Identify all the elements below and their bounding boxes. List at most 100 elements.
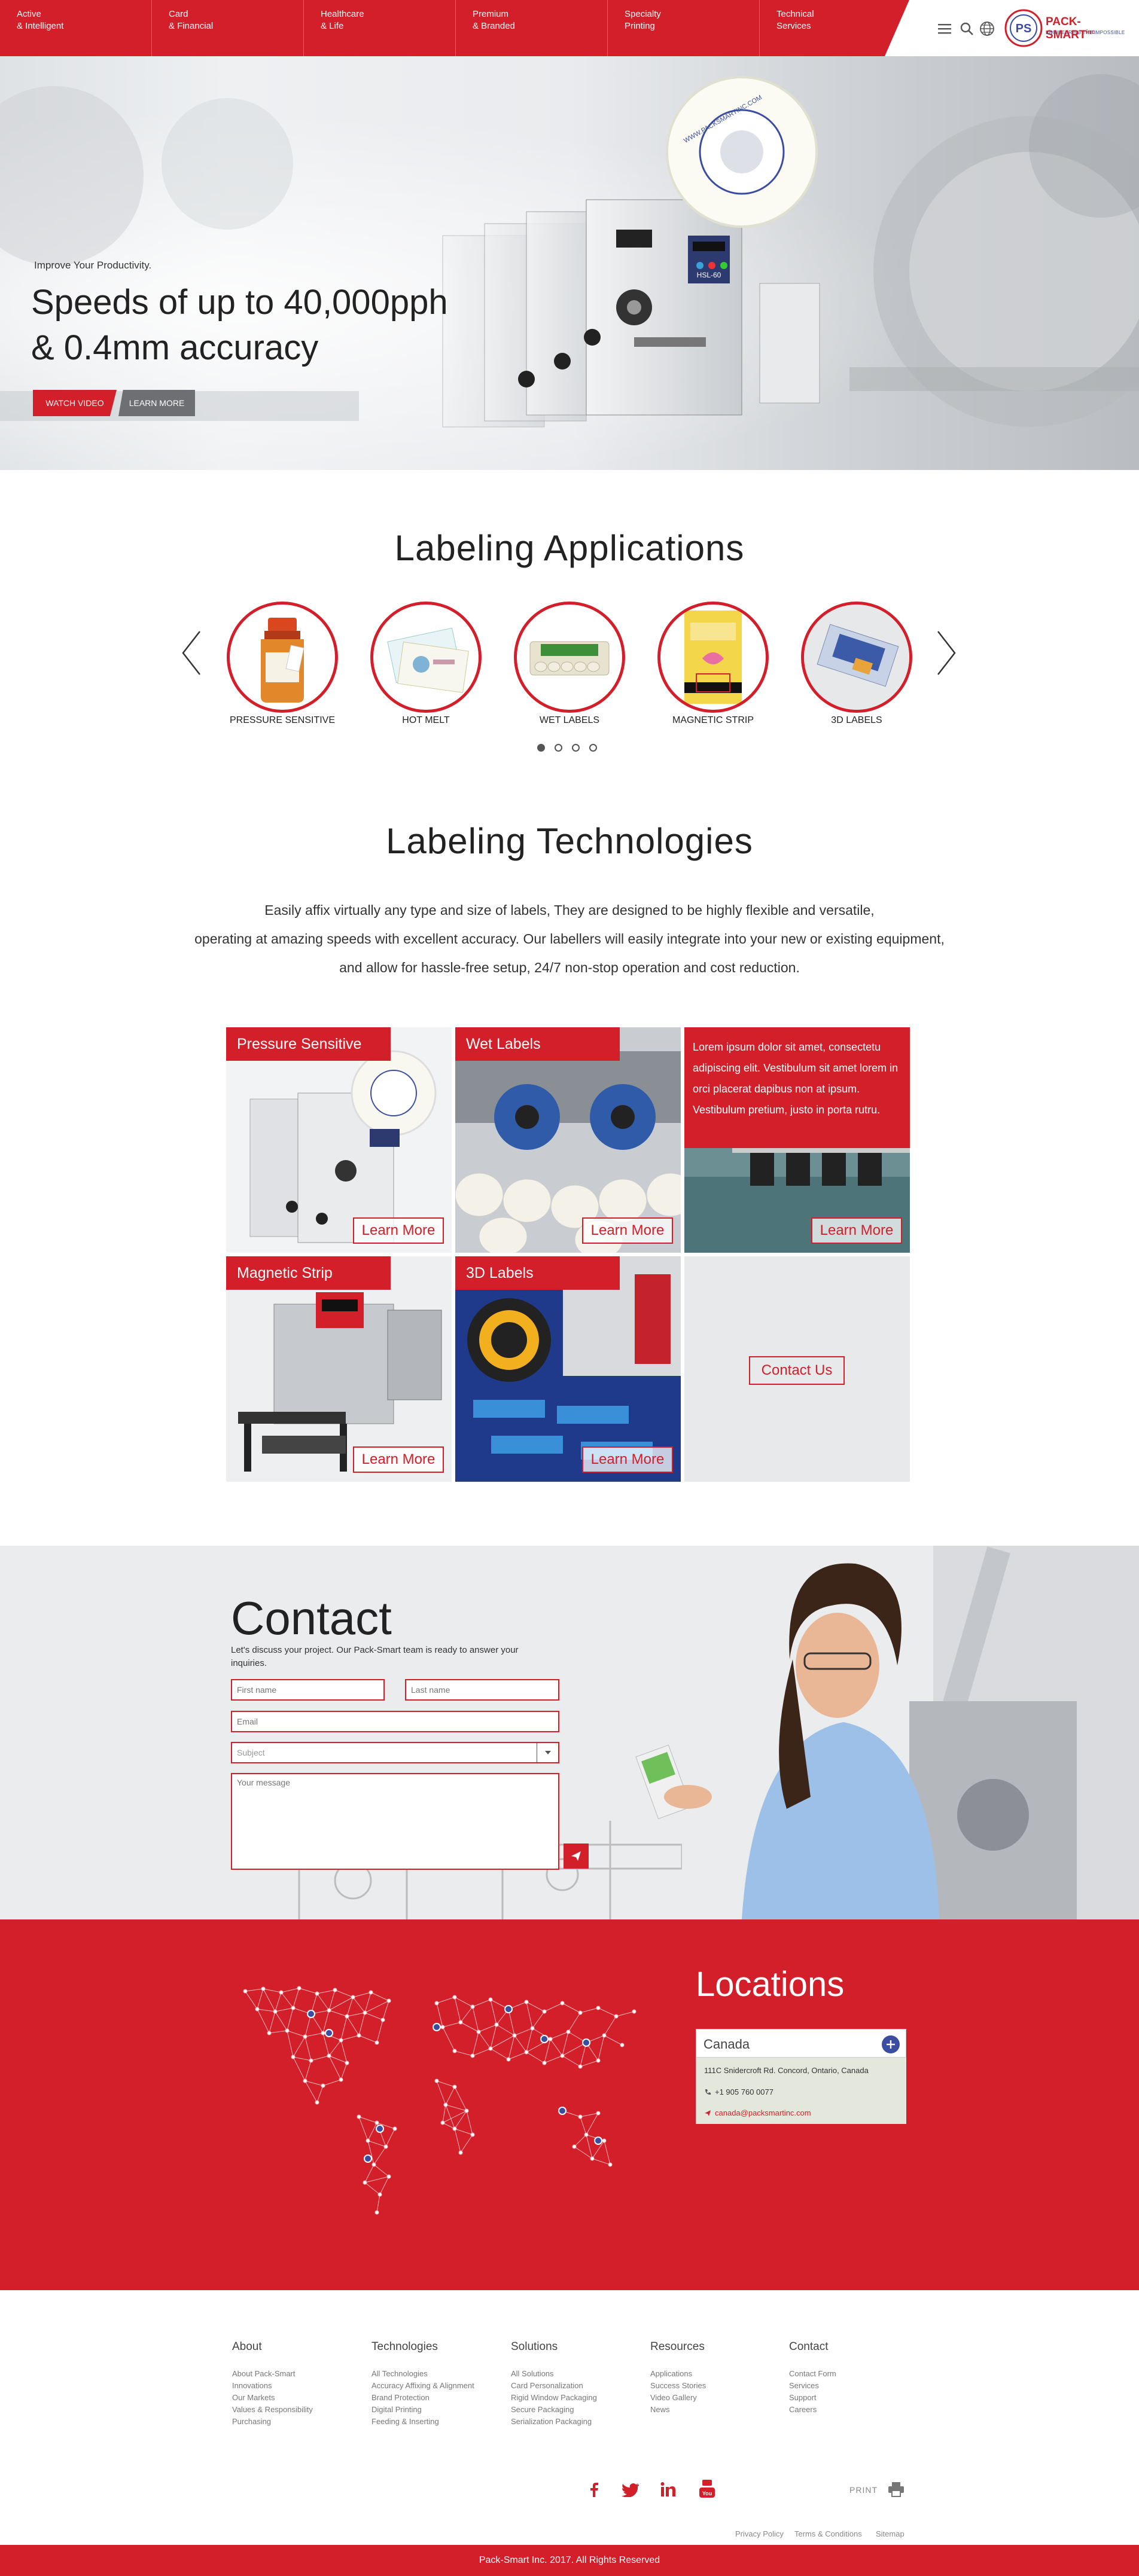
carousel-next-arrow-icon[interactable] (934, 629, 958, 677)
application-hot-melt[interactable] (370, 602, 482, 713)
carousel-dot-3[interactable] (572, 744, 580, 752)
carousel-dot-2[interactable] (555, 744, 562, 752)
map-link (472, 1999, 491, 2007)
footer-link[interactable]: All Technologies (371, 2368, 428, 2380)
print-icon[interactable] (888, 2482, 904, 2497)
map-office-marker[interactable] (325, 2029, 333, 2037)
hero-learn-more-button[interactable]: LEARN MORE (118, 390, 195, 416)
carousel-dot-4[interactable] (589, 744, 597, 752)
email-field[interactable] (231, 1711, 559, 1732)
location-selector[interactable]: Canada (696, 2029, 906, 2058)
watch-video-button[interactable]: WATCH VIDEO (33, 390, 117, 416)
tile-label: Wet Labels (455, 1027, 620, 1061)
terms-link[interactable]: Terms & Conditions (794, 2529, 862, 2538)
footer-link[interactable]: Secure Packaging (511, 2404, 574, 2416)
map-office-marker[interactable] (364, 2154, 372, 2163)
privacy-policy-link[interactable]: Privacy Policy (735, 2529, 784, 2538)
send-button[interactable] (564, 1844, 589, 1869)
footer-link[interactable]: Rigid Window Packaging (511, 2392, 597, 2404)
map-office-marker[interactable] (558, 2107, 567, 2115)
learn-more-button[interactable]: Learn More (353, 1217, 444, 1244)
footer-link[interactable]: Our Markets (232, 2392, 275, 2404)
map-office-marker[interactable] (582, 2038, 590, 2047)
map-link (454, 2086, 467, 2111)
footer-link[interactable]: All Solutions (511, 2368, 554, 2380)
menu-icon[interactable] (936, 20, 953, 37)
map-office-marker[interactable] (376, 2125, 384, 2133)
map-office-marker[interactable] (504, 2005, 513, 2013)
learn-more-button[interactable]: Learn More (582, 1217, 673, 1244)
footer-link[interactable]: Values & Responsibility (232, 2404, 313, 2416)
message-field[interactable] (231, 1773, 559, 1870)
footer-link[interactable]: Success Stories (650, 2380, 706, 2392)
footer-link[interactable]: Accuracy Affixing & Alignment (371, 2380, 474, 2392)
footer-link[interactable]: Video Gallery (650, 2392, 697, 2404)
map-office-marker[interactable] (594, 2137, 602, 2145)
map-link (472, 2031, 479, 2056)
youtube-icon[interactable]: You (699, 2479, 715, 2498)
location-email[interactable]: canada@packsmartinc.com (715, 2108, 811, 2117)
footer-link[interactable]: Innovations (232, 2380, 272, 2392)
footer-column-title: Technologies (371, 2340, 438, 2353)
tech-tile-3d-labels[interactable]: 3D Labels Learn More (455, 1256, 681, 1482)
footer-link[interactable]: Services (789, 2380, 819, 2392)
footer-link[interactable]: Support (789, 2392, 817, 2404)
carousel-prev-arrow-icon[interactable] (179, 629, 203, 677)
tech-tile-magnetic-strip[interactable]: Magnetic Strip Learn More (226, 1256, 452, 1482)
map-node (524, 2000, 529, 2004)
map-link (478, 2024, 497, 2032)
nav-item-active-intelligent[interactable]: Active & Intelligent (0, 0, 152, 56)
linkedin-icon[interactable] (660, 2482, 676, 2497)
map-link (367, 2140, 386, 2147)
search-icon[interactable] (958, 20, 975, 37)
nav-item-premium-branded[interactable]: Premium & Branded (456, 0, 608, 56)
learn-more-button[interactable]: Learn More (811, 1217, 902, 1244)
twitter-icon[interactable] (621, 2483, 639, 2497)
subject-select[interactable]: Subject (231, 1742, 559, 1763)
map-link (316, 2085, 324, 2103)
footer-link[interactable]: Applications (650, 2368, 692, 2380)
map-node (470, 2053, 475, 2058)
map-office-marker[interactable] (433, 2023, 441, 2031)
subject-dropdown-toggle[interactable] (537, 1743, 558, 1762)
footer-link[interactable]: News (650, 2404, 670, 2416)
print-label[interactable]: PRINT (849, 2485, 878, 2495)
map-office-marker[interactable] (307, 2010, 315, 2018)
footer-link[interactable]: Careers (789, 2404, 817, 2416)
facebook-icon[interactable] (587, 2482, 601, 2497)
map-link (454, 1997, 473, 2007)
tech-tile-hovered[interactable]: Lorem ipsum dolor sit amet, consectetu a… (684, 1027, 910, 1253)
location-selected-country: Canada (704, 2037, 750, 2052)
location-expand-button[interactable] (882, 2035, 900, 2053)
footer-link[interactable]: Serialization Packaging (511, 2416, 592, 2428)
nav-item-card-financial[interactable]: Card & Financial (152, 0, 304, 56)
tech-tile-wet-labels[interactable]: Wet Labels Learn More (455, 1027, 681, 1253)
last-name-field[interactable] (405, 1679, 559, 1701)
footer-link[interactable]: Feeding & Inserting (371, 2416, 439, 2428)
brand-logo[interactable]: PS PACK-SMARTinc ENGINEERING THE IMPOSSI… (1004, 7, 1129, 49)
nav-item-specialty-printing[interactable]: Specialty Printing (608, 0, 760, 56)
footer-link[interactable]: Card Personalization (511, 2380, 583, 2392)
nav-item-healthcare-life[interactable]: Healthcare & Life (304, 0, 456, 56)
footer-link[interactable]: Contact Form (789, 2368, 836, 2380)
footer-link[interactable]: Brand Protection (371, 2392, 430, 2404)
application-magnetic-strip[interactable] (657, 602, 769, 713)
footer-link[interactable]: About Pack-Smart (232, 2368, 296, 2380)
tech-tile-pressure-sensitive[interactable]: Pressure Sensitive Learn More (226, 1027, 452, 1253)
map-office-marker[interactable] (540, 2035, 549, 2043)
application-3d-labels[interactable] (801, 602, 912, 713)
carousel-dot-1[interactable] (537, 744, 545, 752)
learn-more-button[interactable]: Learn More (353, 1446, 444, 1473)
globe-icon[interactable] (979, 20, 995, 37)
sitemap-link[interactable]: Sitemap (876, 2529, 904, 2538)
footer-link[interactable]: Digital Printing (371, 2404, 422, 2416)
map-link (454, 2128, 473, 2135)
contact-us-button[interactable]: Contact Us (749, 1356, 845, 1385)
learn-more-button[interactable]: Learn More (582, 1446, 673, 1473)
application-pressure-sensitive[interactable] (227, 602, 338, 713)
location-phone[interactable]: +1 905 760 0077 (715, 2087, 773, 2096)
footer-link[interactable]: Purchasing (232, 2416, 271, 2428)
application-wet-labels[interactable] (514, 602, 625, 713)
first-name-field[interactable] (231, 1679, 385, 1701)
nav-item-technical-services[interactable]: Technical Services (760, 0, 897, 56)
